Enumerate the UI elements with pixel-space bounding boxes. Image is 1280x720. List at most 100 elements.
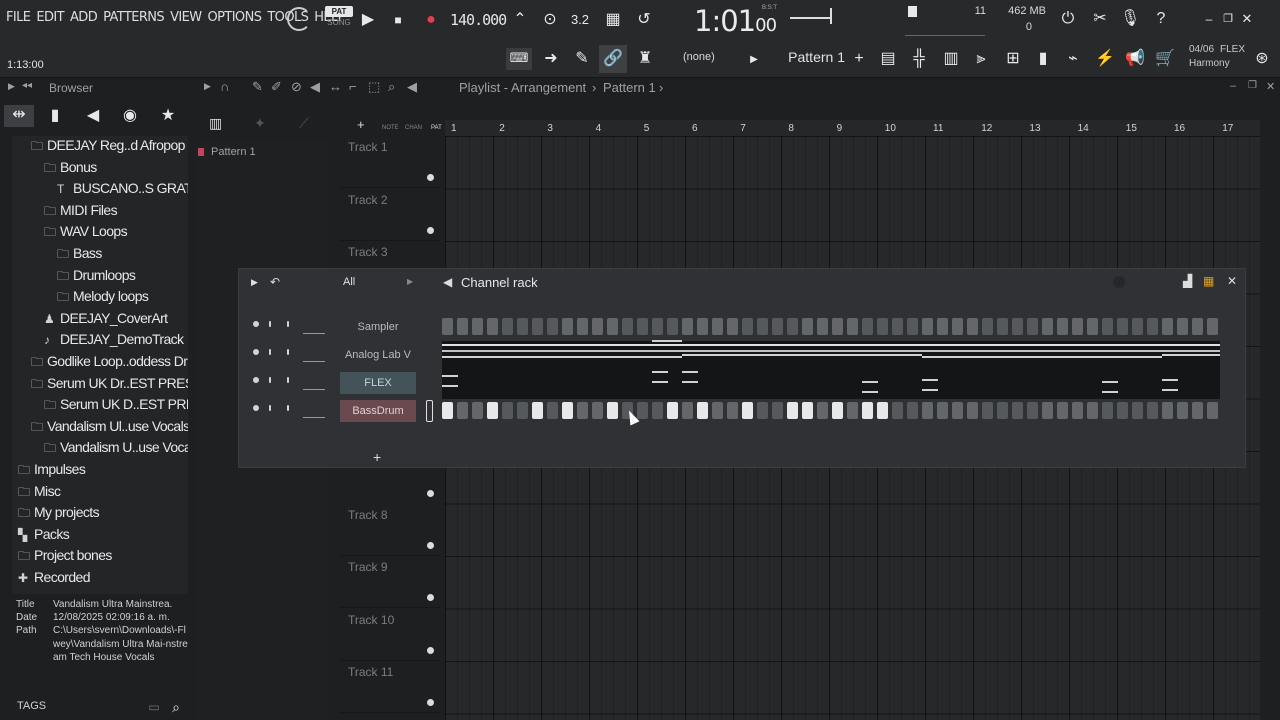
browser-tree-item[interactable]: ▚ Packs [18, 526, 70, 547]
speaker-icon[interactable]: ◀ [407, 79, 417, 95]
browser-tree-item[interactable]: 🗀 Vandalism U..use Vocals [44, 439, 188, 460]
step-button[interactable] [592, 318, 603, 335]
arrow-right-icon[interactable]: ➜ [541, 49, 561, 69]
play-icon[interactable]: ▶ [360, 10, 376, 30]
step-button[interactable] [577, 402, 588, 419]
browser-tree-item[interactable]: ✚ Recorded [18, 569, 91, 590]
step-button[interactable] [1147, 402, 1158, 419]
microphone-icon[interactable]: 🎙 [1120, 9, 1140, 29]
pat-song-toggle[interactable]: PAT SONG [325, 6, 353, 34]
step-button[interactable] [877, 402, 888, 419]
tempo-display[interactable]: 140.000 [450, 11, 507, 29]
track-mute-dot[interactable] [427, 699, 434, 706]
browser-tree-item[interactable]: 🗀 My projects [18, 504, 100, 525]
step-button[interactable] [847, 402, 858, 419]
step-button[interactable] [472, 402, 483, 419]
step-edit-icon[interactable]: ▦ [602, 10, 624, 30]
steps-icon[interactable]: ▦ [1203, 274, 1214, 288]
step-button[interactable] [877, 318, 888, 335]
pattern-selector[interactable]: Pattern 1 [765, 49, 845, 69]
channel-mute-dot[interactable] [253, 377, 259, 383]
channel-mute-dot[interactable] [253, 321, 259, 327]
track-header[interactable]: Track 10 [340, 609, 440, 661]
snap-selector[interactable]: (none) [683, 51, 715, 63]
megaphone-icon[interactable]: 📢 [1125, 49, 1145, 69]
step-button[interactable] [817, 318, 828, 335]
browser-tree-item[interactable]: 🗀 Misc [18, 483, 61, 504]
channel-pan-knob[interactable] [269, 349, 271, 355]
back-icon[interactable]: ◂◂ [22, 80, 32, 91]
step-button[interactable] [607, 402, 618, 419]
mixer-track-selector[interactable] [303, 404, 325, 418]
step-button[interactable] [922, 318, 933, 335]
step-button[interactable] [1012, 318, 1023, 335]
step-button[interactable] [1087, 402, 1098, 419]
browser-online-icon[interactable]: ◉ [121, 106, 139, 126]
add-channel-icon[interactable]: + [373, 449, 381, 465]
browser-tree-item[interactable]: ✚Rendered [18, 591, 91, 594]
channel-name-button[interactable]: Sampler [340, 316, 416, 338]
step-button[interactable] [592, 402, 603, 419]
undo-icon[interactable]: ↶ [270, 275, 280, 289]
step-button[interactable] [637, 402, 648, 419]
restore-icon[interactable]: ❐ [1221, 9, 1235, 29]
search-icon[interactable]: ⌕ [167, 697, 185, 717]
pianoroll-icon[interactable]: ╬ [908, 49, 930, 69]
track-header[interactable]: Track 9 [340, 556, 440, 608]
step-button[interactable] [667, 318, 678, 335]
step-button[interactable] [982, 402, 993, 419]
step-button[interactable] [442, 402, 453, 419]
delete-icon[interactable]: ⊘ [291, 79, 302, 95]
step-button[interactable] [457, 402, 468, 419]
step-button[interactable] [1162, 318, 1173, 335]
browser-tree-item[interactable]: 🗀 MIDI Files [44, 202, 118, 223]
step-button[interactable] [1207, 318, 1218, 335]
link-icon[interactable]: 🔗 [599, 45, 627, 73]
mute-icon[interactable]: ◀ [310, 79, 320, 95]
browser-favorites-icon[interactable]: ★ [159, 106, 177, 126]
file-icon[interactable]: ▮ [1033, 49, 1053, 69]
help-icon[interactable]: ? [1151, 9, 1171, 29]
step-button[interactable] [697, 402, 708, 419]
browser-files-icon[interactable]: ▮ [46, 106, 64, 126]
step-button[interactable] [442, 318, 453, 335]
step-button[interactable] [832, 318, 843, 335]
close-icon[interactable]: ✕ [1266, 80, 1275, 93]
step-button[interactable] [832, 402, 843, 419]
step-button[interactable] [1027, 402, 1038, 419]
track-mute-dot[interactable] [427, 174, 434, 181]
slice-icon[interactable]: ⌐ [349, 79, 357, 94]
automation-icon[interactable]: ⟋ [299, 115, 309, 132]
step-button[interactable] [892, 402, 903, 419]
step-button[interactable] [1012, 402, 1023, 419]
step-button[interactable] [742, 318, 753, 335]
chevron-right-icon[interactable]: ▶ [251, 277, 258, 288]
step-button[interactable] [622, 318, 633, 335]
pattern-list-item[interactable]: Pattern 1 [198, 144, 324, 160]
step-button[interactable] [922, 402, 933, 419]
chevron-right-icon[interactable]: ▶ [748, 50, 760, 70]
stamp-icon[interactable]: ♜ [635, 49, 655, 69]
step-button[interactable] [772, 318, 783, 335]
step-button[interactable] [1072, 402, 1083, 419]
step-button[interactable] [502, 402, 513, 419]
channel-volume-knob[interactable] [287, 321, 289, 327]
step-button[interactable] [727, 318, 738, 335]
track-mute-dot[interactable] [427, 226, 434, 234]
channel-select-indicator[interactable] [426, 400, 433, 422]
chevron-right-icon[interactable]: ▶ [204, 81, 211, 92]
step-button[interactable] [982, 318, 993, 335]
browser-tree-item[interactable]: 🗀 Serum UK Dr..EST PRESS [31, 375, 188, 396]
mixer-track-selector[interactable] [303, 320, 325, 334]
channel-mute-dot[interactable] [253, 349, 259, 355]
step-button[interactable] [1132, 318, 1143, 335]
step-button[interactable] [457, 318, 468, 335]
add-pattern-icon[interactable]: + [852, 49, 866, 69]
select-icon[interactable]: ⬚ [368, 79, 380, 95]
step-button[interactable] [697, 318, 708, 335]
piano-icon[interactable]: ▥ [209, 115, 222, 132]
playlist-icon[interactable]: ▤ [878, 49, 898, 69]
step-button[interactable] [1072, 318, 1083, 335]
step-button[interactable] [1027, 318, 1038, 335]
position-slider[interactable] [908, 6, 917, 17]
